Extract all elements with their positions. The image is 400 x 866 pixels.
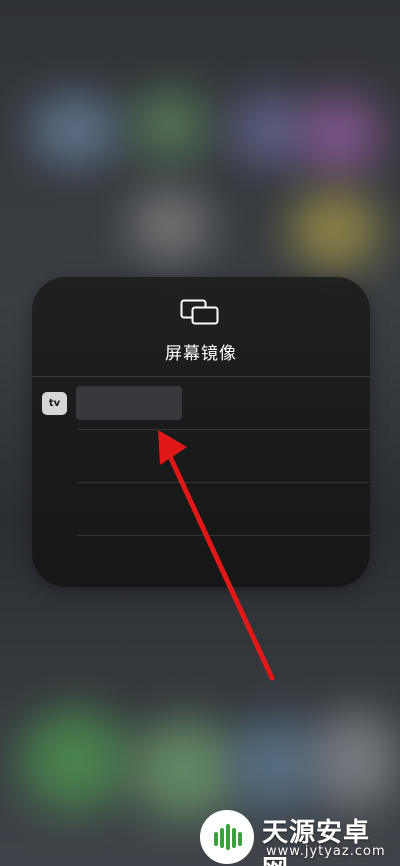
background-blur [130,90,210,160]
background-blur [230,720,320,810]
background-blur [300,95,380,175]
apple-tv-icon: tv [42,392,67,415]
background-blur [130,190,210,260]
background-blur [290,190,380,270]
panel-title: 屏幕镜像 [165,344,237,364]
apple-tv-badge-text: tv [48,398,61,409]
empty-device-row [77,483,370,535]
device-name-redacted [76,386,182,420]
background-blur [230,95,310,165]
android-logo-icon [200,810,254,864]
watermark-url: www.jytyaz.com [266,844,386,859]
watermark: 天源安卓网 www.jytyaz.com [200,810,396,866]
empty-device-row [77,430,370,482]
screen-mirroring-panel: 屏幕镜像 tv [32,277,370,587]
screen: 屏幕镜像 tv 天源安卓网 www.jytyaz.com [0,0,400,866]
device-row-apple-tv[interactable]: tv [32,377,370,429]
background-blur [310,710,400,810]
background-blur [30,95,120,165]
background-blur [130,720,240,820]
row-separator [77,535,370,536]
screen-mirroring-icon [180,299,219,325]
background-blur [20,710,130,810]
